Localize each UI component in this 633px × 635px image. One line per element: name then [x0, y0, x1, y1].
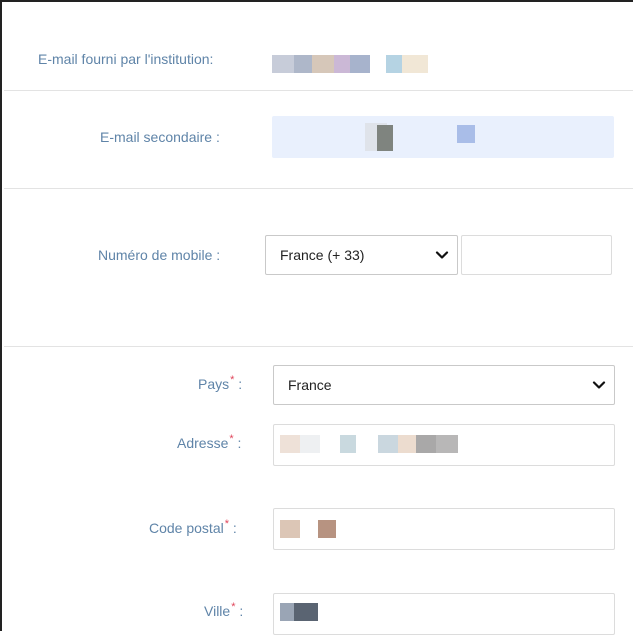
- chevron-down-icon: [435, 251, 449, 259]
- address-input[interactable]: [273, 424, 615, 466]
- section-divider: [4, 346, 633, 347]
- country-select[interactable]: France: [273, 365, 615, 405]
- required-marker: *: [231, 601, 236, 613]
- postal-code-label: Code postal* :: [149, 518, 237, 536]
- required-marker: *: [224, 518, 229, 530]
- postal-code-input[interactable]: [273, 508, 615, 550]
- required-marker: *: [230, 374, 235, 386]
- mobile-number-input[interactable]: [461, 235, 612, 275]
- section-divider: [4, 188, 633, 189]
- country-code-select[interactable]: France (+ 33): [265, 235, 458, 275]
- institution-email-label: E-mail fourni par l'institution:: [38, 51, 214, 67]
- section-divider: [4, 90, 633, 91]
- country-code-value: France (+ 33): [280, 247, 365, 263]
- city-input[interactable]: [273, 593, 615, 635]
- secondary-email-field[interactable]: [272, 116, 614, 158]
- address-label: Adresse* :: [177, 433, 242, 451]
- chevron-down-icon: [592, 381, 606, 389]
- secondary-email-label: E-mail secondaire :: [100, 129, 220, 145]
- institution-email-value: [272, 55, 432, 75]
- profile-form: E-mail fourni par l'institution: E-mail …: [0, 0, 633, 635]
- country-label: Pays* :: [198, 374, 243, 392]
- required-marker: *: [229, 433, 234, 445]
- country-value: France: [288, 377, 332, 393]
- mobile-label: Numéro de mobile :: [98, 247, 221, 263]
- city-label: Ville* :: [204, 601, 244, 619]
